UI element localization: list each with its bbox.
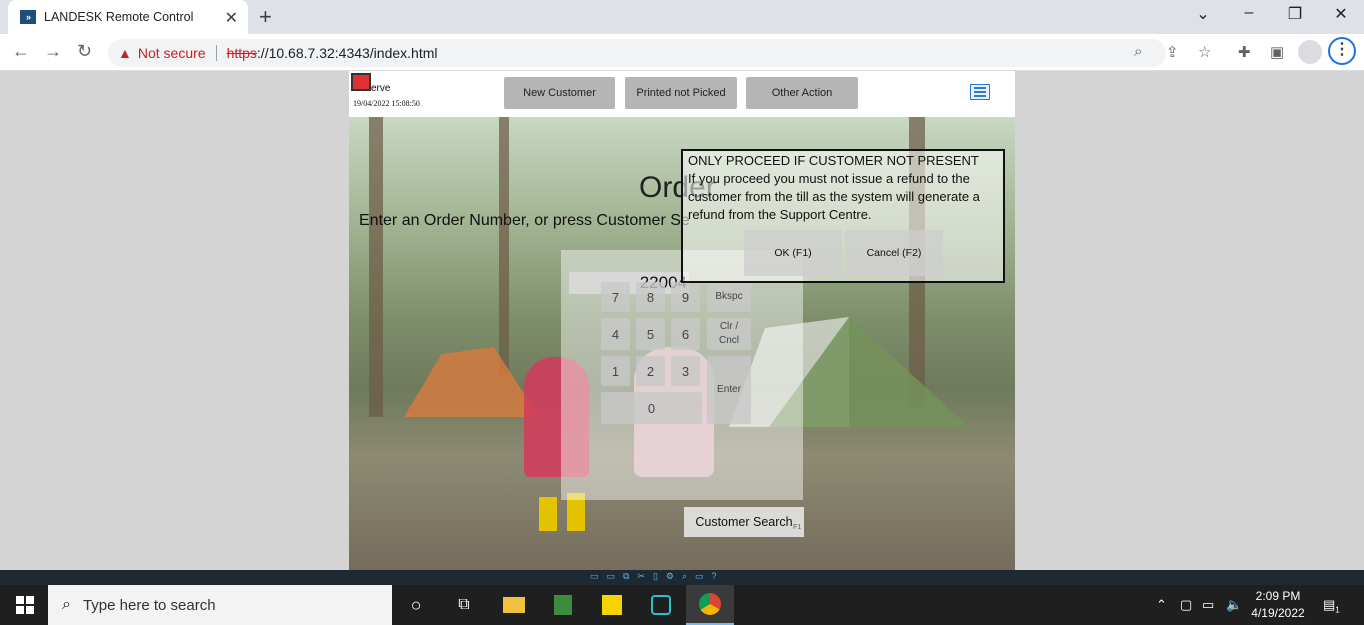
tab-search-icon[interactable]: ⌄ <box>1180 4 1226 24</box>
divider <box>215 45 217 61</box>
bookmark-star-icon[interactable]: ☆ <box>1198 43 1211 61</box>
minimize-button[interactable]: – <box>1226 4 1272 22</box>
windows-taskbar: ⌕ Type here to search ○ ⧉ ⌃ ▢ ▭ 🔈 2:09 P… <box>0 585 1364 625</box>
volume-icon[interactable]: 🔈 <box>1226 597 1242 613</box>
key-5[interactable]: 5 <box>636 318 665 350</box>
new-tab-button[interactable]: + <box>259 4 272 30</box>
enter-key[interactable]: Enter <box>707 356 751 424</box>
hamburger-menu-icon[interactable] <box>970 84 990 100</box>
warning-icon[interactable]: ▲ <box>118 45 132 61</box>
search-icon: ⌕ <box>62 596 71 613</box>
cancel-button[interactable]: Cancel (F2) <box>845 230 943 276</box>
chrome-icon[interactable] <box>686 585 734 625</box>
meet-now-icon[interactable]: ▢ <box>1180 597 1192 613</box>
browser-tab[interactable]: » LANDESK Remote Control ✕ <box>8 0 248 34</box>
file-explorer-icon[interactable] <box>490 585 538 625</box>
tab-title: LANDESK Remote Control <box>44 10 194 24</box>
key-3[interactable]: 3 <box>671 356 700 386</box>
tab-strip: » LANDESK Remote Control ✕ + ⌄ – ❐ ✕ <box>0 0 1364 34</box>
close-window-button[interactable]: ✕ <box>1318 4 1364 24</box>
sticky-notes-icon[interactable] <box>588 585 636 625</box>
key-8[interactable]: 8 <box>636 282 665 312</box>
zoom-icon[interactable]: ⌕ <box>1134 43 1142 60</box>
remote-control-icons[interactable]: ▭▭⧉✂▯⚙⌕▭? <box>590 571 725 582</box>
key-1[interactable]: 1 <box>601 356 630 386</box>
key-2[interactable]: 2 <box>636 356 665 386</box>
header-datetime: 19/04/2022 15:08:50 <box>353 99 420 108</box>
notifications-icon[interactable]: ▤1 <box>1323 597 1340 615</box>
back-icon[interactable]: ← <box>12 41 30 62</box>
backspace-key[interactable]: Bkspc <box>707 282 751 312</box>
spreadsheet-app-icon[interactable] <box>539 585 587 625</box>
url-text: ://10.68.7.32:4343/index.html <box>256 45 438 61</box>
app-logo-icon <box>351 73 371 91</box>
close-tab-icon[interactable]: ✕ <box>225 8 238 28</box>
confirmation-dialog: ONLY PROCEED IF CUSTOMER NOT PRESENT If … <box>681 149 1005 283</box>
key-4[interactable]: 4 <box>601 318 630 350</box>
remote-control-toolbar: ▭▭⧉✂▯⚙⌕▭? <box>0 570 1364 585</box>
clear-cancel-key[interactable]: Clr / Cncl <box>707 318 751 350</box>
network-icon[interactable]: ▭ <box>1202 597 1214 613</box>
share-icon[interactable]: ⇪ <box>1166 43 1179 61</box>
extensions-icon[interactable]: ✚ <box>1238 43 1251 61</box>
reload-icon[interactable]: ↻ <box>77 41 92 62</box>
other-action-button[interactable]: Other Action <box>746 77 858 109</box>
customer-search-shortcut: F1 <box>793 524 802 531</box>
key-6[interactable]: 6 <box>671 318 700 350</box>
side-panel-icon[interactable]: ▣ <box>1270 43 1284 61</box>
forward-icon[interactable]: → <box>44 41 62 62</box>
notification-count: 1 <box>1335 605 1340 615</box>
restore-button[interactable]: ❐ <box>1272 4 1318 24</box>
profile-avatar[interactable] <box>1298 40 1322 64</box>
logo-text: erve <box>371 83 391 94</box>
windows-start-icon[interactable] <box>16 596 34 614</box>
customer-search-button[interactable]: Customer Search <box>684 507 804 537</box>
cortana-icon[interactable]: ○ <box>392 585 440 625</box>
browser-menu-icon[interactable]: ⋮ <box>1328 37 1356 65</box>
printed-not-picked-button[interactable]: Printed not Picked <box>625 77 737 109</box>
settings-app-icon[interactable] <box>637 585 685 625</box>
ok-button[interactable]: OK (F1) <box>744 230 842 276</box>
browser-toolbar: ← → ↻ ▲ Not secure https ://10.68.7.32:4… <box>0 34 1364 71</box>
security-label[interactable]: Not secure <box>138 45 206 61</box>
app-header: erve 19/04/2022 15:08:50 New Customer Pr… <box>349 71 1015 117</box>
clock-time: 2:09 PM <box>1255 589 1301 603</box>
landesk-icon: » <box>20 10 36 24</box>
system-clock[interactable]: 2:09 PM 4/19/2022 <box>1248 588 1308 622</box>
instructions-text: Enter an Order Number, or press Customer… <box>359 212 690 229</box>
remote-desktop-view: erve 19/04/2022 15:08:50 New Customer Pr… <box>0 71 1364 570</box>
taskbar-search[interactable]: ⌕ Type here to search <box>48 585 392 625</box>
pos-app: erve 19/04/2022 15:08:50 New Customer Pr… <box>349 71 1015 570</box>
clock-date: 4/19/2022 <box>1251 606 1305 620</box>
show-hidden-icons-icon[interactable]: ⌃ <box>1156 597 1167 613</box>
key-9[interactable]: 9 <box>671 282 700 312</box>
search-placeholder: Type here to search <box>82 596 216 614</box>
url-scheme: https <box>226 45 257 61</box>
new-customer-button[interactable]: New Customer <box>504 77 615 109</box>
dialog-title: ONLY PROCEED IF CUSTOMER NOT PRESENT <box>688 153 979 168</box>
address-bar[interactable]: ▲ Not secure https ://10.68.7.32:4343/in… <box>108 39 1166 67</box>
key-0[interactable]: 0 <box>601 392 702 424</box>
task-view-icon[interactable]: ⧉ <box>440 585 488 625</box>
dialog-message: If you proceed you must not issue a refu… <box>688 171 980 222</box>
key-7[interactable]: 7 <box>601 282 630 312</box>
